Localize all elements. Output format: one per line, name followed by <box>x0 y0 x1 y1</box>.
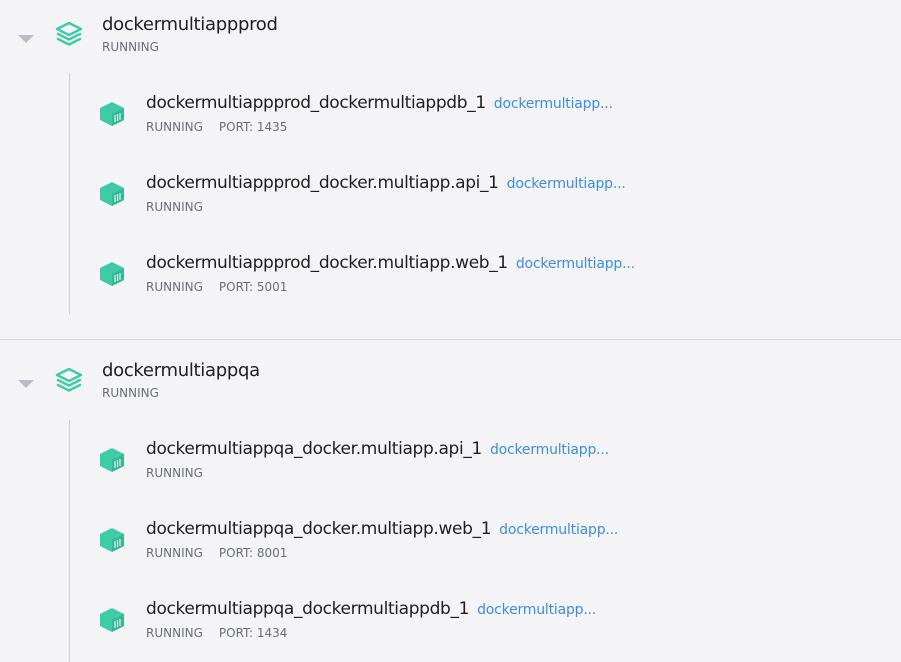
container-row[interactable]: dockermultiappprod_docker.multiapp.api_1… <box>0 173 901 233</box>
container-title: dockermultiappprod_dockermultiappdb_1 doc… <box>146 93 613 113</box>
container-status: RUNNING <box>146 120 203 134</box>
container-meta: RUNNING PORT: 1434 <box>146 626 287 640</box>
container-status: RUNNING <box>146 546 203 560</box>
container-cube-icon <box>100 528 124 552</box>
container-name: dockermultiappprod_docker.multiapp.web_1 <box>146 253 508 273</box>
container-title: dockermultiappprod_docker.multiapp.web_1… <box>146 253 635 273</box>
container-name: dockermultiappqa_docker.multiapp.web_1 <box>146 519 492 539</box>
container-meta: RUNNING <box>146 466 203 480</box>
stack-layers-icon <box>55 21 83 46</box>
container-title: dockermultiappqa_docker.multiapp.web_1 do… <box>146 519 618 539</box>
container-status: RUNNING <box>146 200 203 214</box>
container-port: PORT: 1435 <box>218 120 288 134</box>
container-row[interactable]: dockermultiappqa_docker.multiapp.api_1 do… <box>0 439 901 499</box>
container-row[interactable]: dockermultiappqa_docker.multiapp.web_1 do… <box>0 519 901 579</box>
container-name: dockermultiappqa_docker.multiapp.api_1 <box>146 439 482 459</box>
container-cube-icon <box>100 102 124 126</box>
group-name: dockermultiappqa <box>102 360 260 381</box>
container-cube-icon <box>100 608 124 632</box>
container-row[interactable]: dockermultiappprod_docker.multiapp.web_1… <box>0 253 901 313</box>
container-cube-icon <box>100 262 124 286</box>
container-name: dockermultiappprod_dockermultiappdb_1 <box>146 93 486 113</box>
group-header[interactable]: dockermultiappqa RUNNING <box>0 340 901 400</box>
group-header[interactable]: dockermultiappprod RUNNING <box>0 0 901 60</box>
container-name: dockermultiappqa_dockermultiappdb_1 <box>146 599 470 619</box>
group-dockermultiappqa: dockermultiappqa RUNNING dockermultiappq… <box>0 340 901 662</box>
image-link[interactable]: dockermultiapp... <box>507 176 626 192</box>
group-dockermultiappprod: dockermultiappprod RUNNING dockermultiap… <box>0 0 901 339</box>
container-title: dockermultiappqa_docker.multiapp.api_1 do… <box>146 439 609 459</box>
container-cube-icon <box>100 448 124 472</box>
container-meta: RUNNING PORT: 8001 <box>146 546 287 560</box>
container-list: dockermultiappprod RUNNING dockermultiap… <box>0 0 901 662</box>
image-link[interactable]: dockermultiapp... <box>516 256 635 272</box>
container-port: PORT: 5001 <box>218 280 288 294</box>
container-meta: RUNNING PORT: 1435 <box>146 120 287 134</box>
stack-layers-icon <box>55 367 83 392</box>
collapse-chevron-icon[interactable] <box>18 380 34 388</box>
image-link[interactable]: dockermultiapp... <box>499 522 618 538</box>
container-meta: RUNNING <box>146 200 203 214</box>
container-name: dockermultiappprod_docker.multiapp.api_1 <box>146 173 499 193</box>
container-row[interactable]: dockermultiappqa_dockermultiappdb_1 docke… <box>0 599 901 659</box>
image-link[interactable]: dockermultiapp... <box>494 96 613 112</box>
image-link[interactable]: dockermultiapp... <box>490 442 609 458</box>
container-status: RUNNING <box>146 466 203 480</box>
container-port: PORT: 1434 <box>218 626 288 640</box>
container-status: RUNNING <box>146 280 203 294</box>
group-status: RUNNING <box>102 386 159 400</box>
container-status: RUNNING <box>146 626 203 640</box>
container-title: dockermultiappqa_dockermultiappdb_1 docke… <box>146 599 596 619</box>
collapse-chevron-icon[interactable] <box>18 35 34 43</box>
container-title: dockermultiappprod_docker.multiapp.api_1… <box>146 173 626 193</box>
container-cube-icon <box>100 182 124 206</box>
container-port: PORT: 8001 <box>218 546 288 560</box>
image-link[interactable]: dockermultiapp... <box>477 602 596 618</box>
group-status: RUNNING <box>102 40 159 54</box>
container-row[interactable]: dockermultiappprod_dockermultiappdb_1 doc… <box>0 93 901 153</box>
group-name: dockermultiappprod <box>102 14 278 35</box>
container-meta: RUNNING PORT: 5001 <box>146 280 287 294</box>
